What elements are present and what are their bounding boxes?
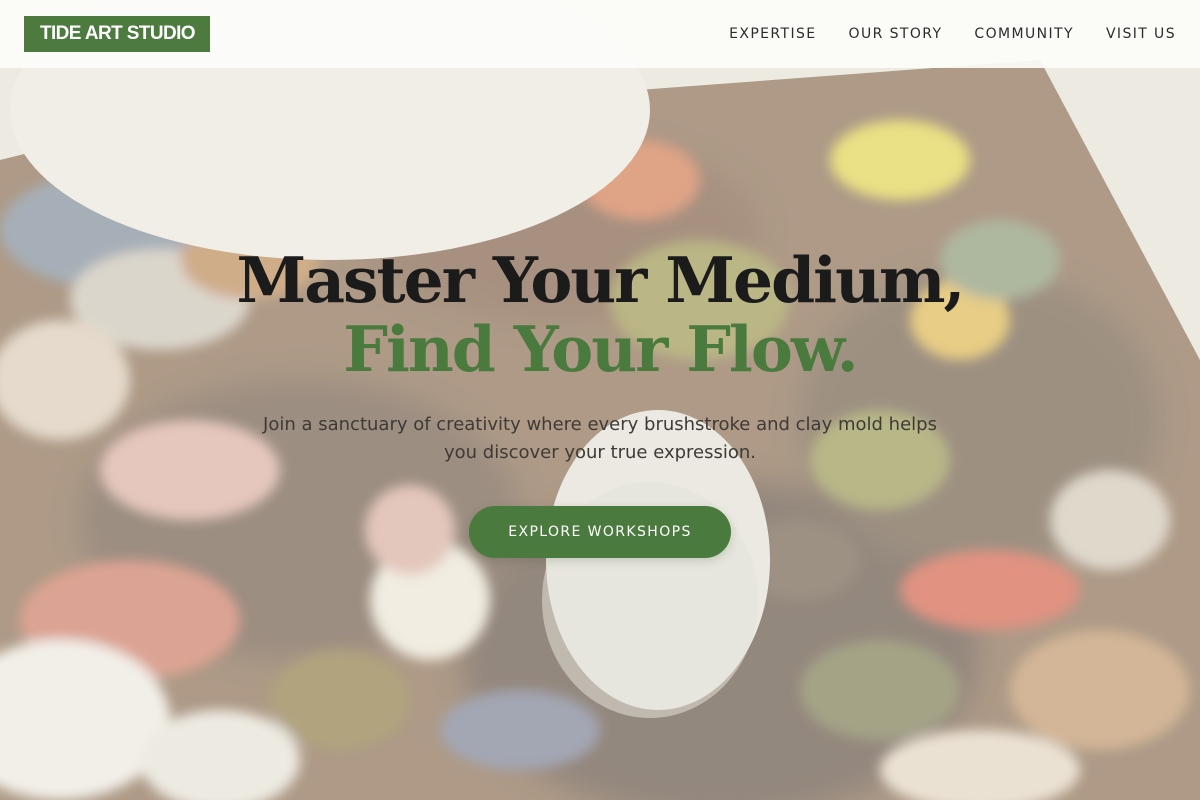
- hero-subtitle: Join a sanctuary of creativity where eve…: [263, 414, 937, 463]
- hero-section: Master Your Medium, Find Your Flow. Join…: [0, 0, 1200, 800]
- hero-headline-line-1: Master Your Medium,: [236, 243, 966, 317]
- hero-headline-line-2: Find Your Flow.: [343, 312, 858, 386]
- explore-workshops-button[interactable]: EXPLORE WORKSHOPS: [469, 506, 731, 558]
